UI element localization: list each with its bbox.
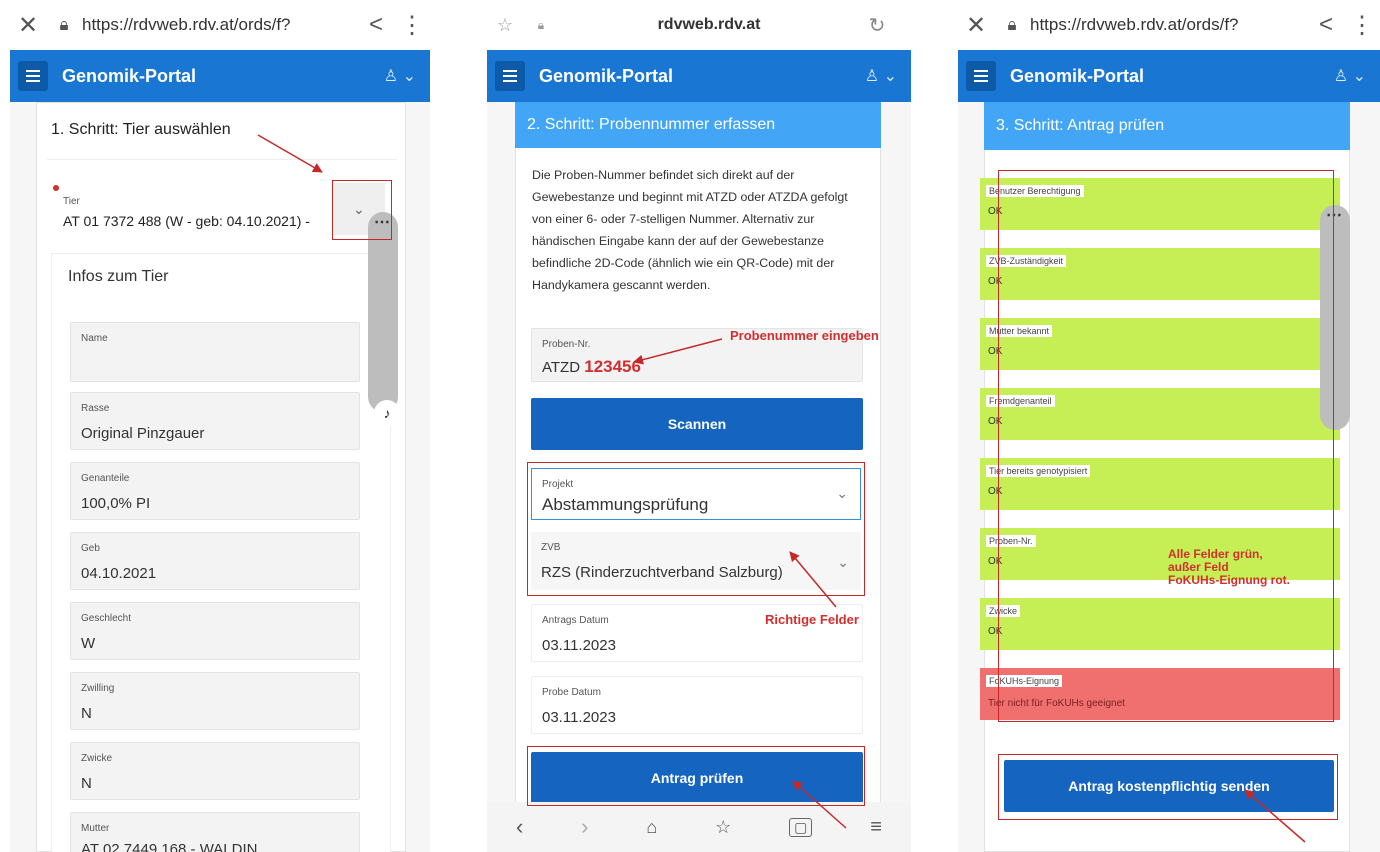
arrow-to-probennummer bbox=[633, 338, 723, 365]
annotation-arrows bbox=[257, 134, 1306, 843]
arrow-to-send-button bbox=[1244, 789, 1306, 843]
arrow-to-pruefen-button bbox=[792, 780, 847, 829]
tutorial-composite: ✕ 🔒︎ https://rdvweb.rdv.at/ords/f? < ⋮ G… bbox=[0, 0, 1380, 852]
arrow-to-tier-dropdown bbox=[257, 134, 323, 173]
arrow-to-correct-fields bbox=[789, 551, 837, 608]
